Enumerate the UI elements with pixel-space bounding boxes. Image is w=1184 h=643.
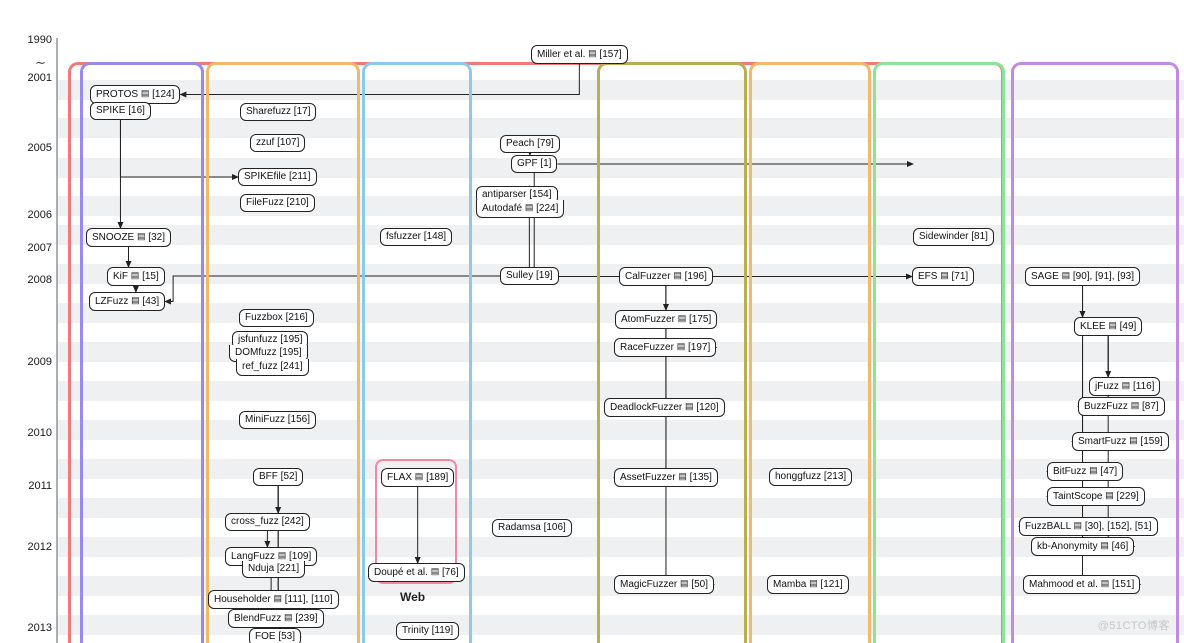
tilde-mark: ∼ <box>35 55 46 71</box>
node-ref_fuzz: ref_fuzz [241] <box>236 359 309 376</box>
doc-icon: ▤ <box>131 293 140 307</box>
node-zzuf: zzuf [107] <box>250 134 305 152</box>
node-doupe: Doupé et al. ▤ [76] <box>368 563 465 582</box>
node-atomfuzzer: AtomFuzzer ▤ [175] <box>615 310 717 329</box>
year-label: 2008 <box>24 274 52 286</box>
column-c_blue <box>362 62 472 643</box>
node-jfuzz: jFuzz ▤ [116] <box>1089 377 1160 396</box>
year-label: 2009 <box>24 356 52 368</box>
year-label: 2006 <box>24 209 52 221</box>
column-c_orange2 <box>749 62 871 643</box>
node-foe: FOE [53] <box>249 628 301 643</box>
node-autodafe: Autodafé ▤ [224] <box>476 200 564 218</box>
column-c_green <box>873 62 1005 643</box>
node-blendfuzz: BlendFuzz ▤ [239] <box>228 609 324 628</box>
doc-icon: ▤ <box>131 268 140 282</box>
node-householder: Householder ▤ [111], [110] <box>208 590 339 609</box>
year-label: 2001 <box>24 72 52 84</box>
doc-icon: ▤ <box>273 591 282 605</box>
diagram-canvas: ∼ Web @51CTO博客 1990200120052006200720082… <box>0 0 1184 643</box>
doc-icon: ▤ <box>1129 433 1138 447</box>
doc-icon: ▤ <box>809 576 818 590</box>
node-sage: SAGE ▤ [90], [91], [93] <box>1025 267 1140 286</box>
node-flax: FLAX ▤ [189] <box>381 468 454 487</box>
doc-icon: ▤ <box>940 268 949 282</box>
node-snooze: SNOOZE ▤ [32] <box>86 228 171 247</box>
doc-icon: ▤ <box>1122 378 1131 392</box>
year-label: 2007 <box>24 242 52 254</box>
doc-icon: ▤ <box>678 311 687 325</box>
node-mahmood: Mahmood et al. ▤ [151] <box>1023 575 1140 594</box>
year-label: 2005 <box>24 142 52 154</box>
year-label: 2012 <box>24 541 52 553</box>
doc-icon: ▤ <box>525 200 534 214</box>
node-sidewinder: Sidewinder [81] <box>913 228 994 246</box>
node-sharefuzz: Sharefuzz [17] <box>240 103 316 121</box>
doc-icon: ▤ <box>1074 518 1083 532</box>
node-spikefile: SPIKEfile [211] <box>238 168 317 186</box>
doc-icon: ▤ <box>677 339 686 353</box>
node-radamsa: Radamsa [106] <box>492 519 572 537</box>
node-buzzfuzz: BuzzFuzz ▤ [87] <box>1078 397 1165 416</box>
node-assetfuzzer: AssetFuzzer ▤ [135] <box>614 468 718 487</box>
node-spike: SPIKE [16] <box>90 102 151 120</box>
node-deadlock: DeadlockFuzzer ▤ [120] <box>604 398 725 417</box>
node-filefuzz: FileFuzz [210] <box>240 194 315 212</box>
node-minifuzz: MiniFuzz [156] <box>239 411 316 429</box>
node-nduja: Nduja [221] <box>242 561 305 578</box>
node-taintscope: TaintScope ▤ [229] <box>1047 487 1145 506</box>
node-mamba: Mamba ▤ [121] <box>767 575 849 594</box>
node-racefuzzer: RaceFuzzer ▤ [197] <box>614 338 716 357</box>
doc-icon: ▤ <box>685 399 694 413</box>
node-honggfuzz: honggfuzz [213] <box>769 468 852 486</box>
column-c_purple <box>80 62 204 643</box>
doc-icon: ▤ <box>673 268 682 282</box>
doc-icon: ▤ <box>1062 268 1071 282</box>
doc-icon: ▤ <box>1089 463 1098 477</box>
year-label: 1990 <box>24 34 52 46</box>
node-klee: KLEE ▤ [49] <box>1074 317 1142 336</box>
node-fuzzbox: Fuzzbox [216] <box>239 309 314 327</box>
node-kbanon: kb-Anonymity ▤ [46] <box>1031 537 1134 556</box>
year-label: 2011 <box>24 480 52 492</box>
node-peach: Peach [79] <box>500 135 560 153</box>
doc-icon: ▤ <box>415 469 424 483</box>
doc-icon: ▤ <box>680 576 689 590</box>
node-efs: EFS ▤ [71] <box>912 267 974 286</box>
node-fuzzball: FuzzBALL ▤ [30], [152], [51] <box>1019 517 1158 536</box>
doc-icon: ▤ <box>278 548 287 562</box>
node-calfuzzer: CalFuzzer ▤ [196] <box>619 267 713 286</box>
doc-icon: ▤ <box>678 469 687 483</box>
doc-icon: ▤ <box>141 86 150 100</box>
year-label: 2010 <box>24 427 52 439</box>
node-lzfuzz: LZFuzz ▤ [43] <box>89 292 165 311</box>
year-label: 2013 <box>24 622 52 634</box>
doc-icon: ▤ <box>588 46 597 60</box>
doc-icon: ▤ <box>137 229 146 243</box>
doc-icon: ▤ <box>1100 538 1109 552</box>
doc-icon: ▤ <box>284 610 293 624</box>
node-crossfuzz: cross_fuzz [242] <box>225 513 310 531</box>
node-fsfuzzer: fsfuzzer [148] <box>380 228 452 246</box>
node-kif: KiF ▤ [15] <box>107 267 165 286</box>
doc-icon: ▤ <box>431 564 440 578</box>
node-gpf: GPF [1] <box>511 155 557 173</box>
node-miller: Miller et al. ▤ [157] <box>531 45 628 64</box>
node-magicfuzzer: MagicFuzzer ▤ [50] <box>614 575 714 594</box>
node-smartfuzz: SmartFuzz ▤ [159] <box>1072 432 1169 451</box>
doc-icon: ▤ <box>1108 318 1117 332</box>
node-bitfuzz: BitFuzz ▤ [47] <box>1047 462 1123 481</box>
doc-icon: ▤ <box>1101 576 1110 590</box>
doc-icon: ▤ <box>1131 398 1140 412</box>
node-bff: BFF [52] <box>253 468 303 486</box>
node-trinity: Trinity [119] <box>396 622 459 640</box>
timeline-axis <box>56 38 58 643</box>
node-sulley: Sulley [19] <box>500 267 559 285</box>
doc-icon: ▤ <box>1105 488 1114 502</box>
